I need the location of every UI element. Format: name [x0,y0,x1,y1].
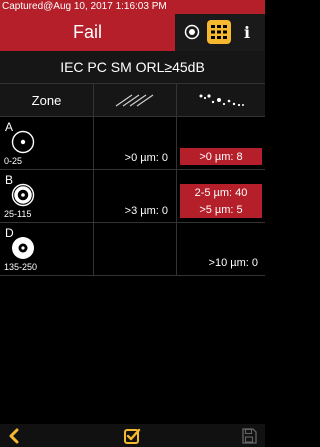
zone-cell: D 135-250 [0,223,94,275]
defect-icon [199,94,244,107]
scratch-cell: >0 µm: 0 [94,117,177,169]
table-view-button[interactable] [207,20,231,44]
zone-b-icon [11,183,35,207]
zone-row-a: A 0-25 >0 µm: 0 >0 µm: 8 [0,117,265,170]
zone-row-b: B 25-115 >3 µm: 0 2-5 µm: 40 >5 µm: 5 [0,170,265,223]
capture-timestamp: Captured@Aug 10, 2017 1:16:03 PM [0,0,265,14]
zone-cell: A 0-25 [0,117,94,169]
bottom-toolbar [0,424,265,447]
defect-cell: >10 µm: 0 [177,223,265,275]
save-icon [242,428,257,444]
scratch-cell [94,223,177,275]
zone-cell: B 25-115 [0,170,94,222]
zone-row-d: D 135-250 >10 µm: 0 [0,223,265,276]
standard-label: IEC PC SM ORL≥45dB [0,51,265,84]
grid-icon [211,25,227,39]
info-icon: i [243,22,251,42]
scratch-icon [115,94,154,107]
back-button[interactable] [4,426,24,446]
scratch-count: >3 µm: 0 [124,205,168,217]
zone-range: 25-115 [4,209,32,219]
target-icon [184,24,200,40]
defect-count-fail: 2-5 µm: 40 [180,184,262,201]
zone-d-icon [12,237,34,259]
header: Fail i [0,14,265,51]
zone-range: 0-25 [4,156,23,166]
checkbox-icon [124,428,141,444]
save-button[interactable] [239,426,259,446]
info-button[interactable]: i [235,20,259,44]
screen: Captured@Aug 10, 2017 1:16:03 PM Fail i … [0,0,265,447]
fiber-view-button[interactable] [180,20,204,44]
zone-header: Zone [0,84,94,117]
status-banner: Fail [0,14,175,51]
chevron-left-icon [9,428,19,444]
defect-count-fail: >5 µm: 5 [180,201,262,218]
defect-count-fail: >0 µm: 8 [180,148,262,165]
scratch-count: >0 µm: 0 [124,152,168,164]
zone-range: 135-250 [4,262,38,272]
zone-a-icon [11,130,35,154]
check-button[interactable] [122,426,142,446]
defect-cell: 2-5 µm: 40 >5 µm: 5 [177,170,265,222]
defect-header [177,84,265,117]
defect-cell: >0 µm: 8 [177,117,265,169]
defect-count: >10 µm: 0 [208,256,258,269]
scratch-cell: >3 µm: 0 [94,170,177,222]
scratch-header [94,84,177,117]
